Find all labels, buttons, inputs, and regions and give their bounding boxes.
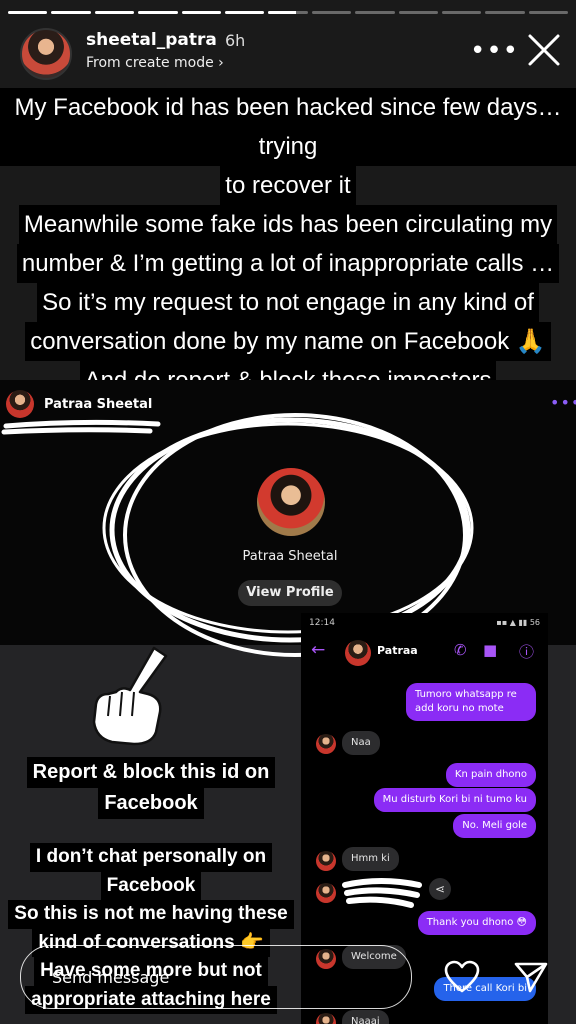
story-caption: My Facebook id has been hacked since few…	[0, 88, 576, 400]
caption-line: My Facebook id has been hacked since few…	[0, 88, 576, 166]
note-line: Facebook	[100, 871, 202, 900]
fb-avatar	[6, 390, 34, 418]
chat-avatar	[316, 1013, 336, 1024]
share-icon: ⋖	[429, 878, 451, 900]
caption-line: number & I’m getting a lot of inappropri…	[16, 244, 560, 283]
chat-contact-name: Patraa	[377, 644, 418, 657]
progress-segment	[441, 11, 482, 14]
chat-time: 12:14	[309, 618, 335, 628]
report-line: Report & block this id on	[26, 757, 276, 788]
progress-segment	[528, 11, 569, 14]
post-time: 6h	[225, 31, 246, 50]
progress-segment	[355, 11, 395, 14]
video-icon: ■	[483, 641, 498, 659]
username[interactable]: sheetal_patra	[86, 30, 217, 50]
info-icon: ⓘ	[519, 643, 535, 661]
chat-avatar	[316, 734, 336, 754]
chat-status-icons: ▪▪ ▲ ▮▮ 56	[496, 618, 540, 627]
chat-message: Naa	[342, 731, 380, 755]
chat-message: Thank you dhono 😳	[417, 911, 536, 935]
back-arrow-icon: ←	[311, 640, 326, 660]
chat-avatar	[316, 851, 336, 871]
chat-avatar	[316, 883, 336, 903]
chat-message: Hmm ki	[342, 847, 399, 871]
progress-segment	[398, 11, 438, 14]
chat-message: Tumoro whatsapp re add koru no mote	[406, 683, 536, 721]
redacted-scribble	[342, 878, 422, 908]
create-mode-link[interactable]: From create mode ›	[86, 55, 224, 71]
caption-line: conversation done by my name on Facebook…	[25, 322, 551, 361]
fb-more-icon: •••	[550, 393, 576, 412]
report-label: Report & block this id on Facebook	[0, 757, 302, 819]
caption-line: Meanwhile some fake ids has been circula…	[18, 205, 558, 244]
note-line: So this is not me having these	[8, 900, 294, 929]
chat-message: Kn pain dhono	[445, 763, 536, 787]
progress-segment	[485, 11, 525, 14]
chat-avatar	[345, 640, 371, 666]
phone-icon: ✆	[454, 641, 467, 659]
progress-segment	[268, 11, 308, 14]
avatar[interactable]	[20, 28, 72, 80]
progress-segment	[311, 11, 352, 14]
caption-line: So it’s my request to not engage in any …	[37, 283, 539, 322]
chat-message: Naaai	[342, 1010, 389, 1024]
pointing-hand-icon	[92, 646, 168, 746]
progress-segment	[224, 11, 265, 14]
progress-segment	[138, 11, 178, 14]
progress-segment	[94, 11, 135, 14]
chat-message: Mu disturb Kori bi ni tumo ku	[373, 788, 536, 812]
more-options-icon[interactable]: •••	[470, 36, 519, 66]
chat-message: No. Meli gole	[453, 814, 536, 838]
note-line: I don’t chat personally on	[29, 843, 273, 872]
progress-segment	[8, 11, 48, 14]
send-message-placeholder: Send message	[52, 968, 170, 987]
caption-line: to recover it	[220, 166, 356, 205]
heart-icon[interactable]	[444, 960, 480, 994]
close-icon[interactable]	[526, 32, 562, 68]
report-line: Facebook	[98, 788, 204, 819]
send-icon[interactable]	[514, 960, 548, 994]
progress-segment	[181, 11, 221, 14]
story-progress	[8, 11, 569, 14]
progress-segment	[51, 11, 91, 14]
